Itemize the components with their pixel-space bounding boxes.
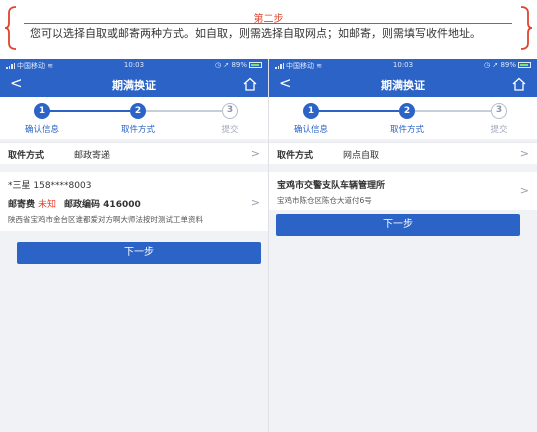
step-line-done xyxy=(42,110,130,112)
step-indicator: 1 2 3 确认信息 取件方式 提交 xyxy=(269,97,537,139)
nav-bar: < 期满换证 xyxy=(269,71,537,97)
step-3-dot: 3 xyxy=(491,103,507,119)
step-3-label: 提交 xyxy=(490,125,508,135)
method-value: 邮政寄递 xyxy=(74,151,111,161)
phone-screen-pickup: 中国移动 ≋ 10:03 ◷ ➚ 89% < 期满换证 1 2 3 确认信息 取… xyxy=(269,59,537,432)
step-1-dot: 1 xyxy=(34,103,50,119)
banner-text: 您可以选择自取或邮寄两种方式。如自取，则需选择自取网点；如邮寄，则需填写收件地址… xyxy=(30,27,481,40)
battery-percent: 89% xyxy=(500,61,516,69)
step-2-dot: 2 xyxy=(399,103,415,119)
status-bar: 中国移动 ≋ 10:03 ◷ ➚ 89% xyxy=(0,59,268,71)
method-key: 取件方式 xyxy=(277,151,314,161)
alarm-icon: ◷ ➚ xyxy=(484,61,501,69)
mail-address: 陕西省宝鸡市金台区谁都爱对方啊大师法按时测试工单资料 xyxy=(8,215,203,224)
nav-bar: < 期满换证 xyxy=(0,71,268,97)
step-2-dot: 2 xyxy=(130,103,146,119)
step-3-dot: 3 xyxy=(222,103,238,119)
fee-value: 未知 xyxy=(38,200,57,210)
battery-icon xyxy=(249,62,262,68)
pickup-location-card[interactable]: 宝鸡市交警支队车辆管理所 宝鸡市陈仓区陈仓大道付6号 > xyxy=(269,172,537,210)
step-3-label: 提交 xyxy=(221,125,239,135)
chevron-right-icon: > xyxy=(250,147,260,160)
home-icon[interactable] xyxy=(242,76,258,92)
step-indicator: 1 2 3 确认信息 取件方式 提交 xyxy=(0,97,268,139)
next-step-button[interactable]: 下一步 xyxy=(276,214,520,236)
page-title: 期满换证 xyxy=(112,79,156,92)
battery-icon xyxy=(518,62,531,68)
banner-rule xyxy=(24,23,512,24)
page-title: 期满换证 xyxy=(381,79,425,92)
home-icon[interactable] xyxy=(511,76,527,92)
step-2-label: 取件方式 xyxy=(120,125,155,135)
step-2-label: 取件方式 xyxy=(389,125,424,135)
step-line-todo xyxy=(415,110,491,112)
instruction-banner: 第二步 您可以选择自取或邮寄两种方式。如自取，则需选择自取网点；如邮寄，则需填写… xyxy=(0,0,537,58)
phone-screen-mail: 中国移动 ≋ 10:03 ◷ ➚ 89% < 期满换证 1 2 3 确认信息 取… xyxy=(0,59,268,432)
step-1-dot: 1 xyxy=(303,103,319,119)
recipient-info: *三星 158****8003 xyxy=(8,181,92,191)
pickup-address: 宝鸡市陈仓区陈仓大道付6号 xyxy=(277,196,372,205)
method-key: 取件方式 xyxy=(8,151,45,161)
chevron-right-icon: > xyxy=(250,196,260,209)
pickup-name: 宝鸡市交警支队车辆管理所 xyxy=(277,181,386,191)
step-1-label: 确认信息 xyxy=(293,125,328,135)
step-1-label: 确认信息 xyxy=(24,125,59,135)
postcode: 邮政编码 416000 xyxy=(64,200,141,210)
fee-label: 邮寄费 xyxy=(8,200,36,210)
mail-address-card[interactable]: *三星 158****8003 邮寄费 未知 邮政编码 416000 陕西省宝鸡市金… xyxy=(0,172,268,231)
delivery-method-row[interactable]: 取件方式 邮政寄递 > xyxy=(0,142,268,164)
chevron-right-icon: > xyxy=(519,184,529,197)
right-brace-icon xyxy=(520,6,533,50)
step-line-done xyxy=(311,110,399,112)
next-step-button[interactable]: 下一步 xyxy=(17,242,261,264)
chevron-right-icon: > xyxy=(519,147,529,160)
step-line-todo xyxy=(146,110,222,112)
alarm-icon: ◷ ➚ xyxy=(215,61,232,69)
delivery-method-row[interactable]: 取件方式 网点自取 > xyxy=(269,142,537,164)
status-bar: 中国移动 ≋ 10:03 ◷ ➚ 89% xyxy=(269,59,537,71)
method-value: 网点自取 xyxy=(343,151,380,161)
battery-percent: 89% xyxy=(231,61,247,69)
